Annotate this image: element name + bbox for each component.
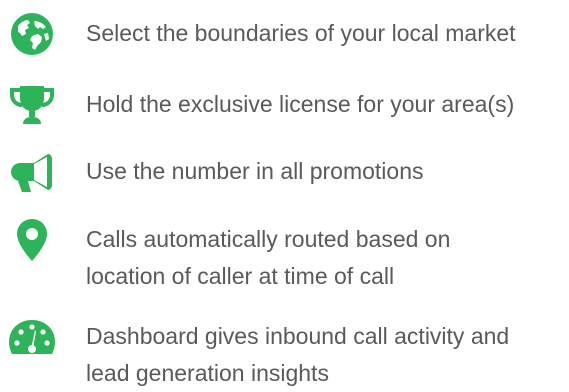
feature-line: Hold the exclusive license for your area… xyxy=(86,91,515,117)
trophy-icon xyxy=(8,83,56,127)
feature-line: location of caller at time of call xyxy=(86,263,395,289)
feature-line: Use the number in all promotions xyxy=(86,158,424,184)
feature-line: Dashboard gives inbound call activity an… xyxy=(86,323,510,349)
feature-text: Dashboard gives inbound call activity an… xyxy=(86,318,509,392)
megaphone-icon xyxy=(8,150,56,194)
feature-line: lead generation insights xyxy=(86,360,329,386)
feature-text: Use the number in all promotions xyxy=(86,153,424,190)
dashboard-gauge-icon xyxy=(8,316,56,360)
map-marker-icon xyxy=(8,218,56,262)
feature-text: Calls automatically routed based on loca… xyxy=(86,221,450,295)
feature-line: Calls automatically routed based on xyxy=(86,226,451,252)
feature-text: Hold the exclusive license for your area… xyxy=(86,86,514,123)
feature-text: Select the boundaries of your local mark… xyxy=(86,15,516,52)
globe-icon xyxy=(8,12,56,56)
feature-line: Select the boundaries of your local mark… xyxy=(86,20,516,46)
